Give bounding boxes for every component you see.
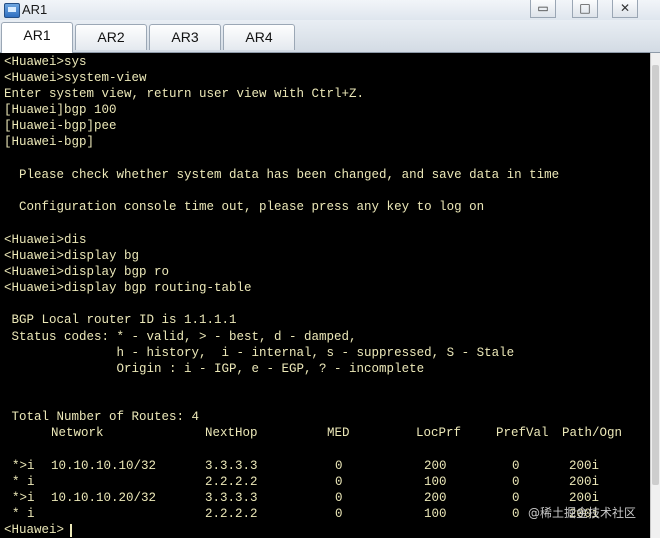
route-prefval: 0 bbox=[512, 475, 520, 489]
route-status: *>i bbox=[12, 459, 35, 473]
route-status: * i bbox=[12, 475, 35, 489]
header-locprf: LocPrf bbox=[416, 426, 462, 440]
header-nexthop: NextHop bbox=[205, 426, 258, 440]
terminal-line: BGP Local router ID is 1.1.1.1 bbox=[4, 313, 237, 327]
terminal-line: <Huawei>display bg bbox=[4, 249, 140, 263]
route-locprf: 100 bbox=[424, 475, 447, 489]
terminal-line: Origin : i - IGP, e - EGP, ? - incomplet… bbox=[4, 362, 425, 376]
terminal-line: Status codes: * - valid, > - best, d - d… bbox=[4, 330, 357, 344]
title-bar: AR1 ▭ □ ✕ bbox=[0, 0, 660, 21]
route-network: 10.10.10.10/32 bbox=[51, 459, 157, 473]
route-nexthop: 2.2.2.2 bbox=[205, 475, 258, 489]
terminal-line: <Huawei>sys bbox=[4, 55, 87, 69]
header-path: Path/Ogn bbox=[562, 426, 623, 440]
terminal-line: <Huawei>dis bbox=[4, 233, 87, 247]
route-nexthop: 3.3.3.3 bbox=[205, 491, 258, 505]
header-med: MED bbox=[327, 426, 350, 440]
watermark: @稀土掘金技术社区 bbox=[528, 506, 637, 520]
route-med: 0 bbox=[335, 491, 343, 505]
minimize-button[interactable]: ▭ bbox=[530, 0, 556, 18]
terminal-line: Please check whether system data has bee… bbox=[4, 168, 560, 182]
terminal-line: <Huawei>display bgp ro bbox=[4, 265, 170, 279]
route-nexthop: 2.2.2.2 bbox=[205, 507, 258, 521]
maximize-button[interactable]: □ bbox=[572, 0, 598, 18]
terminal-line: <Huawei>system-view bbox=[4, 71, 147, 85]
route-prefval: 0 bbox=[512, 491, 520, 505]
route-prefval: 0 bbox=[512, 459, 520, 473]
route-locprf: 200 bbox=[424, 459, 447, 473]
route-path: 200i bbox=[569, 459, 600, 473]
route-network: 10.10.10.20/32 bbox=[51, 491, 157, 505]
terminal-line: Enter system view, return user view with… bbox=[4, 87, 365, 101]
close-button[interactable]: ✕ bbox=[612, 0, 638, 18]
scrollbar-thumb[interactable] bbox=[652, 65, 659, 485]
app-icon bbox=[4, 3, 20, 18]
route-med: 0 bbox=[335, 507, 343, 521]
tab-ar4[interactable]: AR4 bbox=[223, 24, 295, 50]
window-title: AR1 bbox=[22, 2, 48, 17]
route-med: 0 bbox=[335, 475, 343, 489]
terminal-line: <Huawei>display bgp routing-table bbox=[4, 281, 252, 295]
route-med: 0 bbox=[335, 459, 343, 473]
route-status: * i bbox=[12, 507, 35, 521]
text-cursor bbox=[70, 524, 72, 537]
route-nexthop: 3.3.3.3 bbox=[205, 459, 258, 473]
route-path: 200i bbox=[569, 475, 600, 489]
terminal-line: [Huawei-bgp] bbox=[4, 135, 95, 149]
route-prefval: 0 bbox=[512, 507, 520, 521]
terminal-console[interactable]: <Huawei>sys <Huawei>system-view Enter sy… bbox=[0, 53, 650, 538]
terminal-line: Total Number of Routes: 4 bbox=[4, 410, 200, 424]
terminal-line: Configuration console time out, please p… bbox=[4, 200, 485, 214]
terminal-line: [Huawei]bgp 100 bbox=[4, 103, 117, 117]
header-network: Network bbox=[51, 426, 104, 440]
header-prefval: PrefVal bbox=[496, 426, 549, 440]
terminal-line: h - history, i - internal, s - suppresse… bbox=[4, 346, 515, 360]
terminal-line: [Huawei-bgp]pee bbox=[4, 119, 117, 133]
vertical-scrollbar[interactable] bbox=[650, 53, 660, 538]
tab-ar2[interactable]: AR2 bbox=[75, 24, 147, 50]
route-locprf: 100 bbox=[424, 507, 447, 521]
tab-strip: AR1 AR2 AR3 AR4 bbox=[0, 20, 660, 53]
route-locprf: 200 bbox=[424, 491, 447, 505]
route-status: *>i bbox=[12, 491, 35, 505]
tab-ar3[interactable]: AR3 bbox=[149, 24, 221, 50]
tab-ar1[interactable]: AR1 bbox=[1, 22, 73, 53]
command-prompt[interactable]: <Huawei> bbox=[4, 522, 64, 538]
